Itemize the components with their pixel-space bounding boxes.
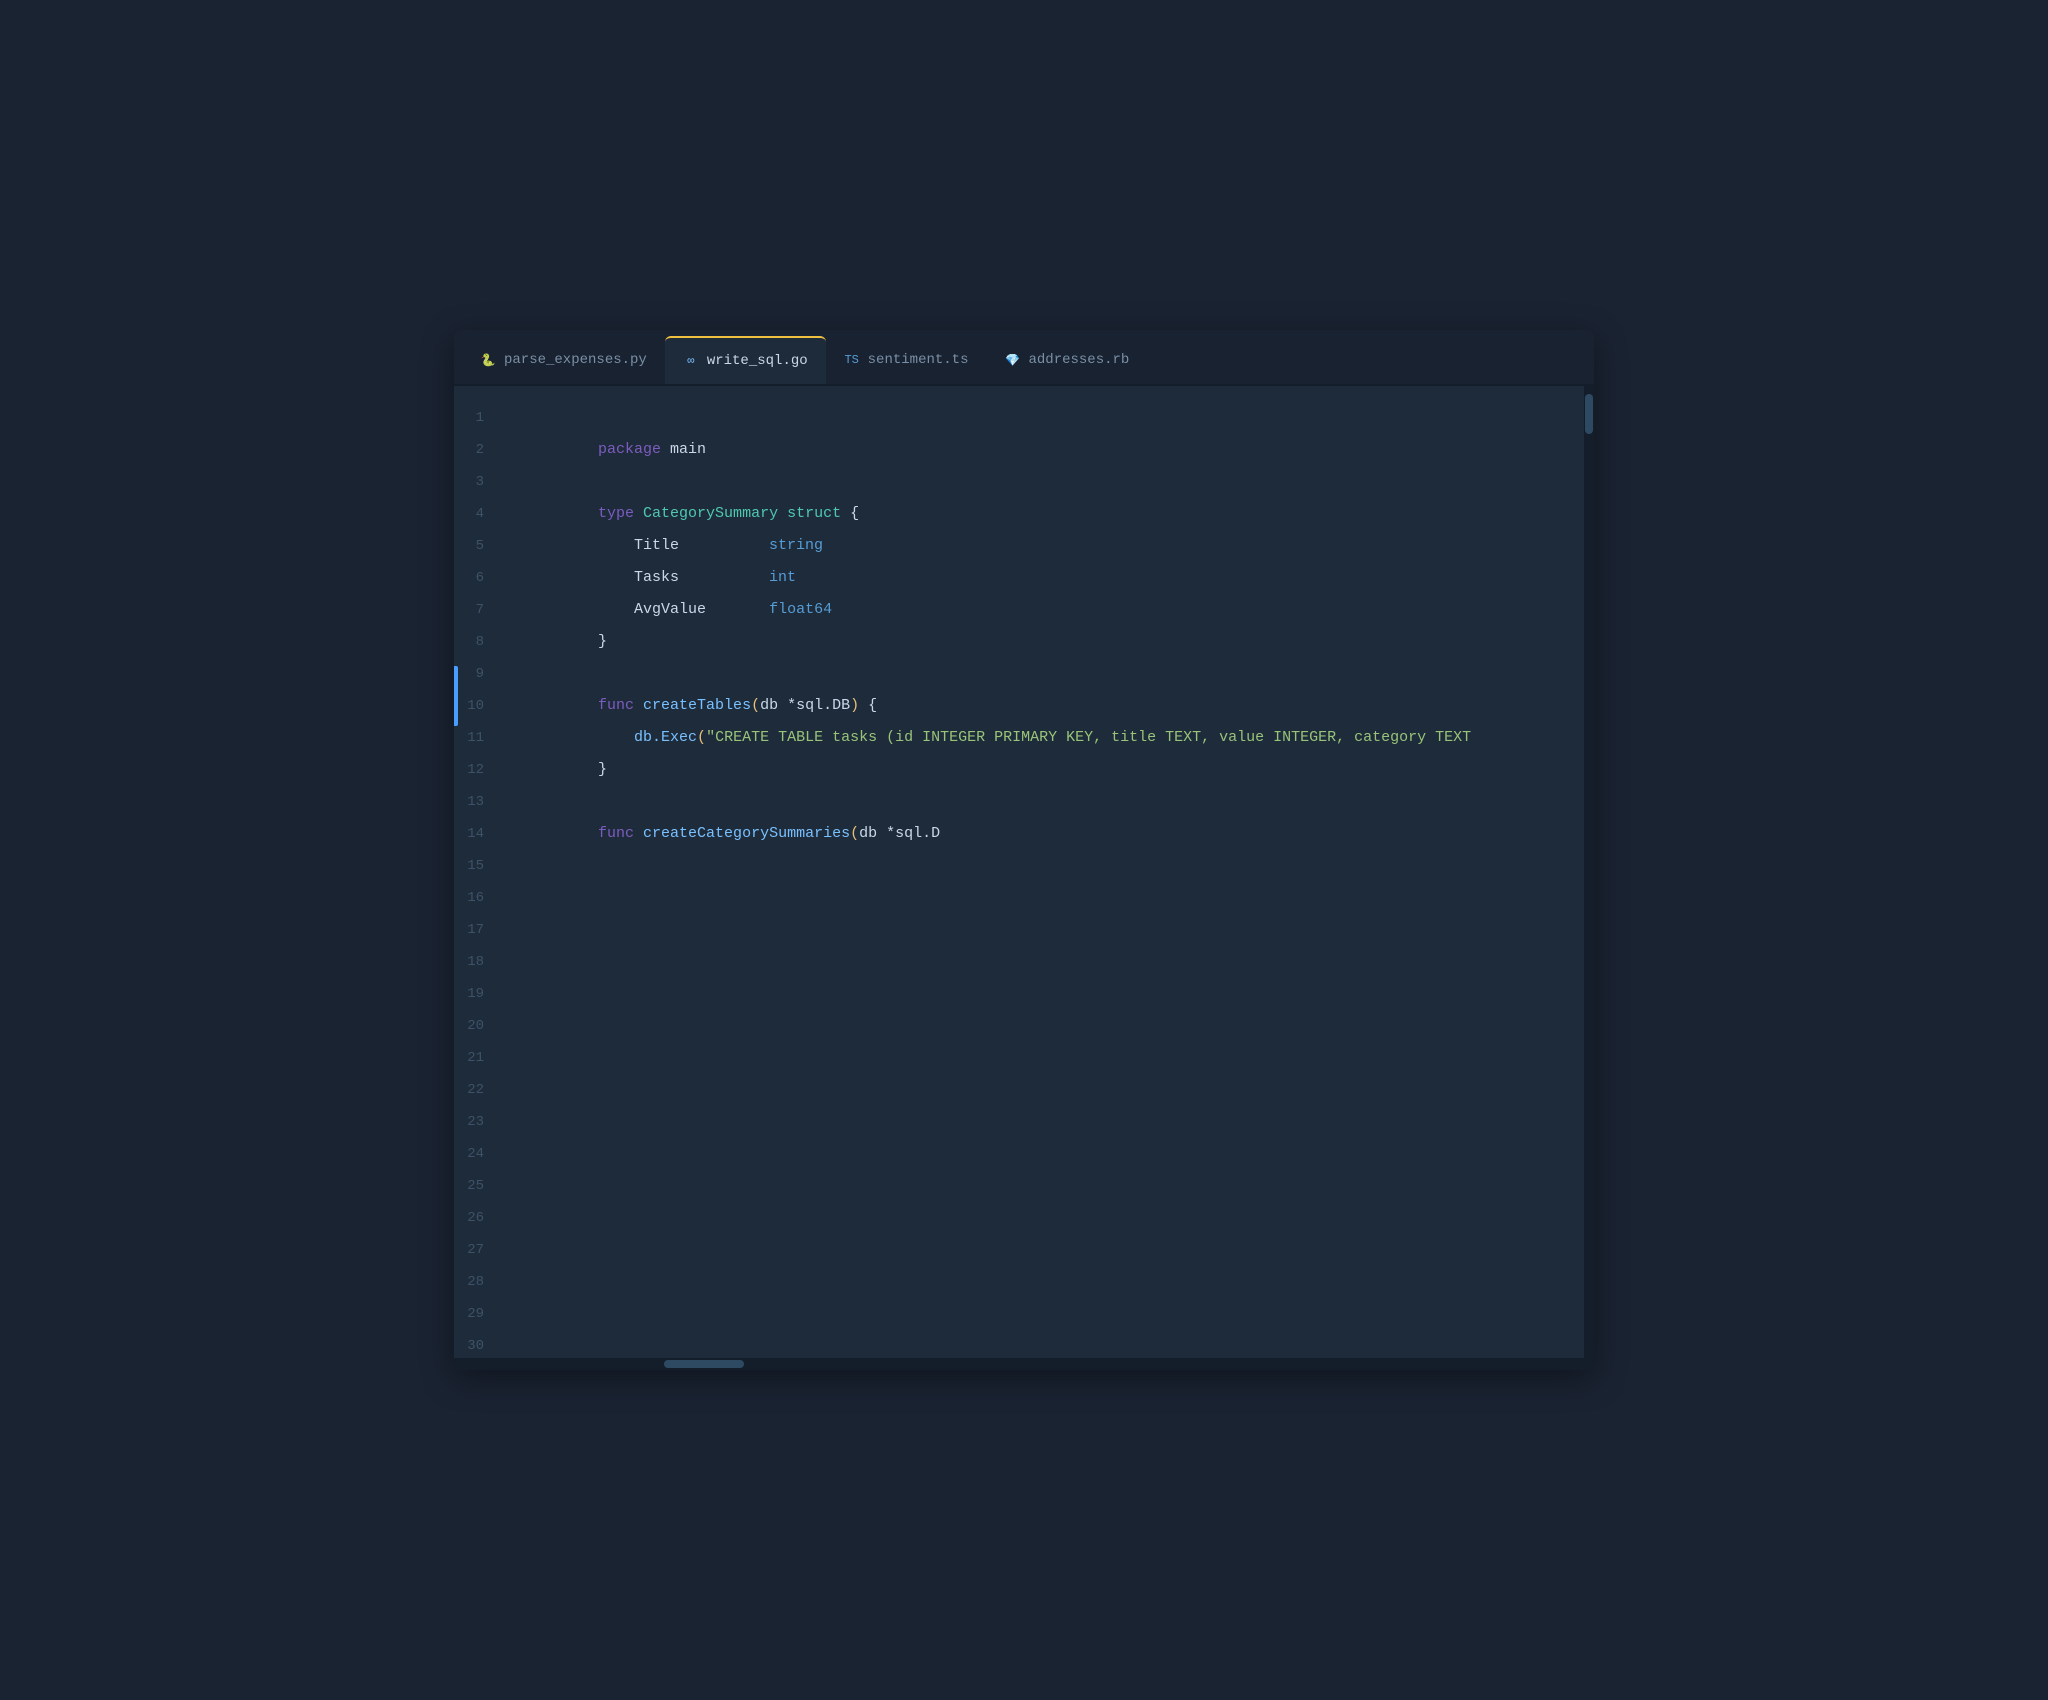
ts-file-icon: TS	[844, 352, 860, 368]
tab-label: parse_expenses.py	[504, 352, 647, 368]
line-num-13: 13	[460, 786, 508, 818]
code-line-6: 6 AvgValue float64	[460, 562, 1584, 594]
paren-open-2: (	[850, 825, 859, 842]
keyword-package: package	[598, 441, 661, 458]
code-line-21: 21	[460, 1042, 1584, 1074]
tab-addresses[interactable]: 💎 addresses.rb	[986, 336, 1147, 384]
line-num-28: 28	[460, 1266, 508, 1298]
code-line-10: 10 db.Exec("CREATE TABLE tasks (id INTEG…	[460, 690, 1584, 722]
code-line-26: 26	[460, 1202, 1584, 1234]
vertical-scrollbar[interactable]	[1584, 386, 1594, 1358]
closing-brace: }	[598, 633, 607, 650]
code-line-20: 20	[460, 1010, 1584, 1042]
line-num-11: 11	[460, 722, 508, 754]
code-line-29: 29	[460, 1298, 1584, 1330]
line-num-26: 26	[460, 1202, 508, 1234]
line-num-14: 14	[460, 818, 508, 850]
editor-container: 🐍 parse_expenses.py ∞ write_sql.go TS se…	[454, 330, 1594, 1370]
code-line-24: 24	[460, 1138, 1584, 1170]
code-line-17: 17	[460, 914, 1584, 946]
code-line-7: 7 }	[460, 594, 1584, 626]
line-num-12: 12	[460, 754, 508, 786]
rb-file-icon: 💎	[1004, 352, 1020, 368]
scrollbar-thumb[interactable]	[1585, 394, 1593, 434]
code-line-22: 22	[460, 1074, 1584, 1106]
code-line-27: 27	[460, 1234, 1584, 1266]
line-num-16: 16	[460, 882, 508, 914]
line-num-3: 3	[460, 466, 508, 498]
line-num-1: 1	[460, 402, 508, 434]
code-area[interactable]: 1 package main 2 3 type CategorySummary …	[460, 386, 1584, 1358]
param-db-2: db *sql.D	[859, 825, 940, 842]
line-num-4: 4	[460, 498, 508, 530]
horizontal-scrollbar[interactable]	[454, 1358, 1594, 1370]
line-num-6: 6	[460, 562, 508, 594]
line-num-7: 7	[460, 594, 508, 626]
code-line-3: 3 type CategorySummary struct {	[460, 466, 1584, 498]
code-line-11: 11 }	[460, 722, 1584, 754]
line-num-9: 9	[460, 658, 508, 690]
line-num-8: 8	[460, 626, 508, 658]
code-line-16: 16	[460, 882, 1584, 914]
line-num-20: 20	[460, 1010, 508, 1042]
pkg-name: main	[661, 441, 706, 458]
code-line-23: 23	[460, 1106, 1584, 1138]
line-num-24: 24	[460, 1138, 508, 1170]
line-num-10: 10	[460, 690, 508, 722]
code-line-1: 1 package main	[460, 402, 1584, 434]
python-file-icon: 🐍	[480, 352, 496, 368]
line-num-22: 22	[460, 1074, 508, 1106]
code-line-13: 13 func createCategorySummaries(db *sql.…	[460, 786, 1584, 818]
go-file-icon: ∞	[683, 353, 699, 369]
h-scrollbar-thumb[interactable]	[664, 1360, 744, 1368]
code-line-25: 25	[460, 1170, 1584, 1202]
tab-label: write_sql.go	[707, 353, 808, 369]
line-num-5: 5	[460, 530, 508, 562]
tab-parse-expenses[interactable]: 🐍 parse_expenses.py	[462, 336, 665, 384]
line-num-29: 29	[460, 1298, 508, 1330]
code-line-28: 28	[460, 1266, 1584, 1298]
line-content-13: func createCategorySummaries(db *sql.D	[508, 786, 1564, 882]
closing-brace-func: }	[598, 761, 607, 778]
line-num-18: 18	[460, 946, 508, 978]
line-num-2: 2	[460, 434, 508, 466]
code-line-30: 30	[460, 1330, 1584, 1358]
line-num-25: 25	[460, 1170, 508, 1202]
tab-label: sentiment.ts	[868, 352, 969, 368]
keyword-func-2: func	[598, 825, 634, 842]
line-num-17: 17	[460, 914, 508, 946]
code-line-4: 4 Title string	[460, 498, 1584, 530]
space	[634, 825, 643, 842]
code-line-5: 5 Tasks int	[460, 530, 1584, 562]
line-num-23: 23	[460, 1106, 508, 1138]
tab-write-sql[interactable]: ∞ write_sql.go	[665, 336, 826, 384]
tab-sentiment[interactable]: TS sentiment.ts	[826, 336, 987, 384]
editor-body: 1 package main 2 3 type CategorySummary …	[454, 386, 1594, 1358]
line-indicator	[454, 666, 458, 726]
func-createcatsummaries: createCategorySummaries	[643, 825, 850, 842]
code-line-19: 19	[460, 978, 1584, 1010]
tab-label: addresses.rb	[1028, 352, 1129, 368]
tab-bar: 🐍 parse_expenses.py ∞ write_sql.go TS se…	[454, 330, 1594, 386]
code-line-9: 9 func createTables(db *sql.DB) {	[460, 658, 1584, 690]
line-num-21: 21	[460, 1042, 508, 1074]
line-num-30: 30	[460, 1330, 508, 1358]
line-num-27: 27	[460, 1234, 508, 1266]
code-line-18: 18	[460, 946, 1584, 978]
line-num-19: 19	[460, 978, 508, 1010]
line-num-15: 15	[460, 850, 508, 882]
